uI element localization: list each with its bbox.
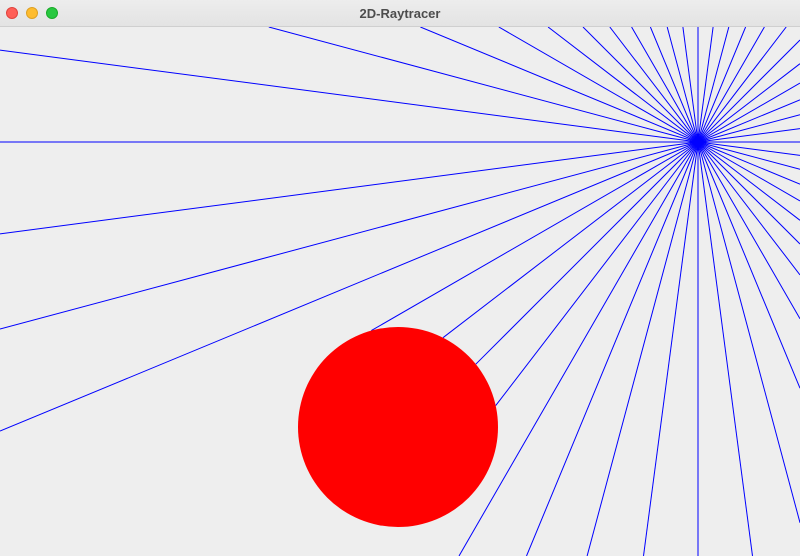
window-title: 2D-Raytracer: [359, 6, 441, 21]
app-window: 2D-Raytracer: [0, 0, 800, 556]
light-source: [695, 139, 701, 145]
title-bar[interactable]: 2D-Raytracer: [0, 0, 800, 27]
raytracer-canvas[interactable]: [0, 27, 800, 556]
obstacle-circle: [298, 327, 498, 527]
scene-svg: [0, 27, 800, 556]
